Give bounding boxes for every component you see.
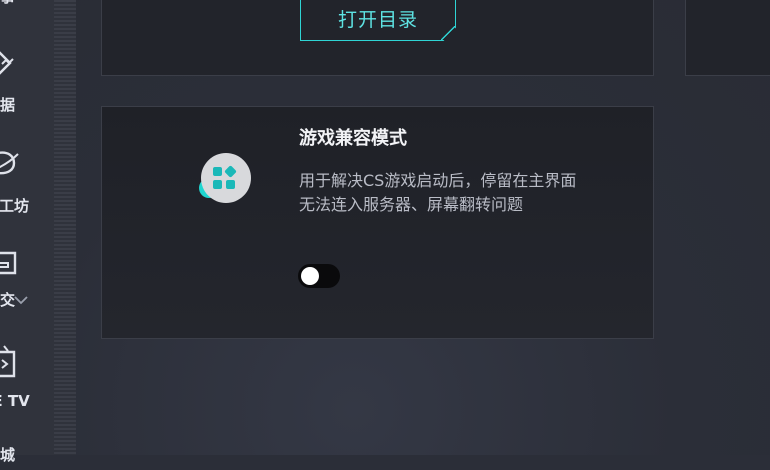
chevron-down-icon[interactable] bbox=[14, 295, 28, 305]
sidebar-item-workshop[interactable]: 创意工坊 bbox=[0, 145, 54, 217]
app-grid-icon bbox=[199, 153, 251, 203]
sidebar-item-label: 5E TV bbox=[0, 392, 30, 410]
feature-description: 用于解决CS游戏启动后，停留在主界面无法连入服务器、屏幕翻转问题 bbox=[299, 171, 577, 214]
sidebar-item-label: 赛事 bbox=[0, 0, 15, 7]
sidebar-scroll-edge bbox=[54, 0, 76, 455]
diamond-chart-icon bbox=[0, 51, 14, 75]
toggle-knob bbox=[301, 267, 319, 285]
sidebar-item-matches[interactable]: 赛事 bbox=[0, 0, 54, 16]
sidebar-item-label: 数据 bbox=[0, 96, 16, 114]
planet-icon bbox=[0, 151, 19, 175]
sidebar-item-label: 社交 bbox=[0, 291, 16, 309]
sidebar-item-social[interactable]: 社交 bbox=[0, 245, 54, 317]
tv-icon bbox=[0, 345, 16, 378]
open-directory-button[interactable]: 打开目录 bbox=[300, 0, 456, 41]
feature-title: 游戏兼容模式 bbox=[299, 128, 407, 149]
sidebar-nav: 赛事 数据 创意工坊 社交 5E TV bbox=[0, 0, 54, 464]
sidebar-item-shop[interactable]: 商城 bbox=[0, 440, 54, 470]
sidebar-item-tv[interactable]: 5E TV bbox=[0, 342, 54, 414]
sidebar-item-data[interactable]: 数据 bbox=[0, 42, 54, 114]
sidebar-item-label: 创意工坊 bbox=[0, 197, 30, 215]
game-compat-toggle[interactable] bbox=[298, 264, 340, 288]
chat-icon bbox=[0, 251, 17, 275]
settings-card-partial bbox=[685, 0, 770, 76]
